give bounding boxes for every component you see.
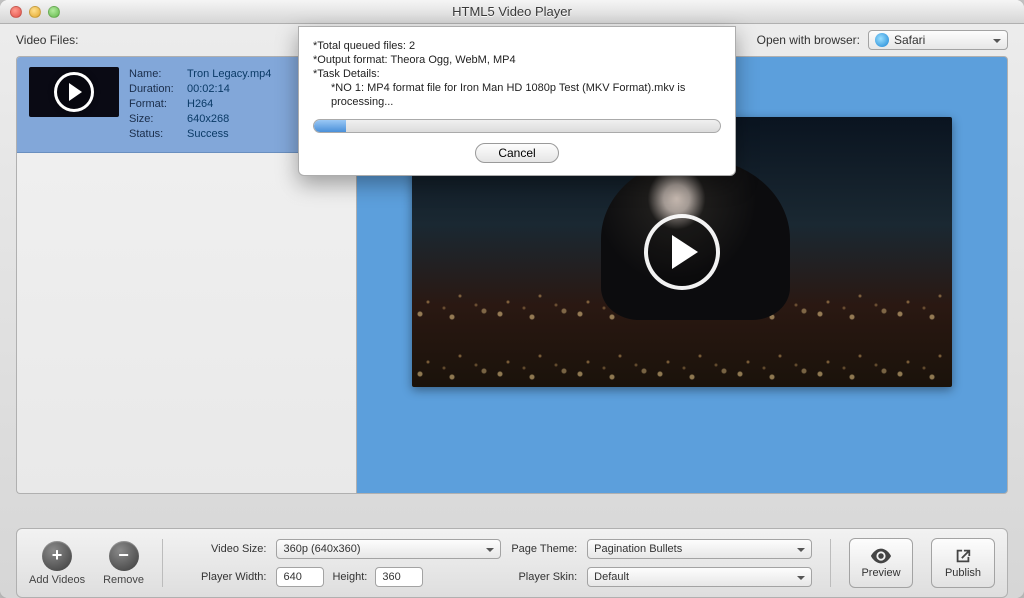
titlebar: HTML5 Video Player xyxy=(0,0,1024,24)
video-size-select[interactable]: 360p (640x360) xyxy=(276,539,501,559)
video-files-label: Video Files: xyxy=(16,33,78,47)
add-videos-label: Add Videos xyxy=(29,574,85,586)
meta-value-format: H264 xyxy=(187,97,213,112)
play-icon xyxy=(54,72,94,112)
eye-icon xyxy=(870,547,892,565)
meta-value-status: Success xyxy=(187,127,229,142)
meta-label-status: Status: xyxy=(129,127,181,142)
publish-button-label: Publish xyxy=(945,567,981,579)
height-label: Height: xyxy=(332,571,367,583)
player-height-input[interactable]: 360 xyxy=(375,567,423,587)
meta-label-size: Size: xyxy=(129,112,181,127)
video-size-label: Video Size: xyxy=(201,543,266,555)
meta-label-name: Name: xyxy=(129,67,181,82)
video-thumbnail[interactable] xyxy=(29,67,119,117)
dialog-line-details: *Task Details: xyxy=(313,67,721,81)
dialog-line-queued: *Total queued files: 2 xyxy=(313,39,721,53)
progress-bar xyxy=(313,119,721,133)
preview-button[interactable]: Preview xyxy=(849,538,913,588)
video-meta: Name: Tron Legacy.mp4 Duration: 00:02:14 F… xyxy=(129,67,271,142)
app-window: HTML5 Video Player Video Files: Open wit… xyxy=(0,0,1024,598)
cancel-button[interactable]: Cancel xyxy=(475,143,558,163)
player-skin-select[interactable]: Default xyxy=(587,567,812,587)
remove-label: Remove xyxy=(103,574,144,586)
divider xyxy=(830,539,831,587)
page-theme-label: Page Theme: xyxy=(511,543,577,555)
meta-value-size: 640x268 xyxy=(187,112,229,127)
player-width-input[interactable]: 640 xyxy=(276,567,324,587)
player-skin-label: Player Skin: xyxy=(511,571,577,583)
bottom-toolbar: Add Videos Remove Video Size: 360p (640x… xyxy=(16,528,1008,598)
player-width-label: Player Width: xyxy=(201,571,266,583)
open-with-browser-label: Open with browser: xyxy=(757,33,860,47)
remove-button[interactable]: Remove xyxy=(103,541,144,586)
dialog-line-task: *NO 1: MP4 format file for Iron Man HD 1… xyxy=(313,81,721,109)
divider xyxy=(162,539,163,587)
window-title: HTML5 Video Player xyxy=(0,4,1024,19)
settings-grid: Video Size: 360p (640x360) Page Theme: P… xyxy=(201,539,812,587)
browser-icon xyxy=(875,33,889,47)
add-videos-button[interactable]: Add Videos xyxy=(29,541,85,586)
page-theme-select[interactable]: Pagination Bullets xyxy=(587,539,812,559)
browser-select[interactable]: Safari xyxy=(868,30,1008,50)
play-icon[interactable] xyxy=(644,214,720,290)
export-icon xyxy=(952,547,974,565)
plus-icon xyxy=(42,541,72,571)
meta-value-name: Tron Legacy.mp4 xyxy=(187,67,271,82)
progress-dialog: *Total queued files: 2 *Output format: T… xyxy=(298,26,736,176)
minus-icon xyxy=(109,541,139,571)
dialog-line-format: *Output format: Theora Ogg, WebM, MP4 xyxy=(313,53,721,67)
publish-button[interactable]: Publish xyxy=(931,538,995,588)
meta-label-format: Format: xyxy=(129,97,181,112)
meta-label-duration: Duration: xyxy=(129,82,181,97)
browser-select-value: Safari xyxy=(894,33,925,47)
preview-button-label: Preview xyxy=(861,567,900,579)
meta-value-duration: 00:02:14 xyxy=(187,82,230,97)
